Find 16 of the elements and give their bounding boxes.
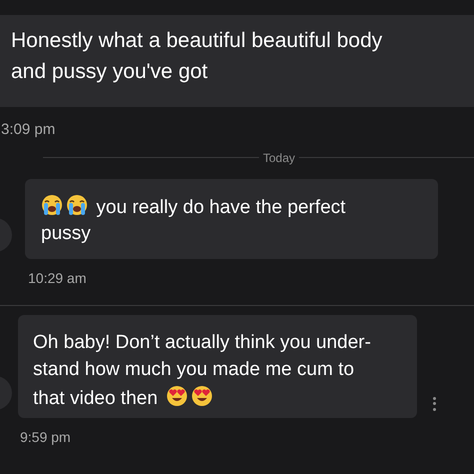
message-time: 9:59 pm [20, 428, 72, 447]
message-text: that video then [33, 384, 213, 410]
message-text: Oh baby! Don’t actually think you under- [33, 330, 371, 354]
message-text: stand how much you made me cum to [33, 358, 354, 380]
message-time: 3:09 pm [1, 120, 56, 140]
crying-emoji-icon [41, 194, 63, 216]
message-text: pussy [41, 222, 91, 244]
crying-emoji-icon [66, 194, 88, 216]
message-text: and pussy you've got [11, 59, 208, 85]
message-text: you really do have the perfect [41, 194, 346, 218]
message-text: Honestly what a beautiful beautiful body [11, 28, 382, 54]
date-divider: Today [262, 150, 296, 166]
heart-eyes-emoji-icon [190, 384, 213, 406]
heart-eyes-emoji-icon [166, 384, 188, 406]
more-options-icon[interactable] [432, 396, 436, 410]
message-time: 10:29 am [28, 268, 88, 288]
